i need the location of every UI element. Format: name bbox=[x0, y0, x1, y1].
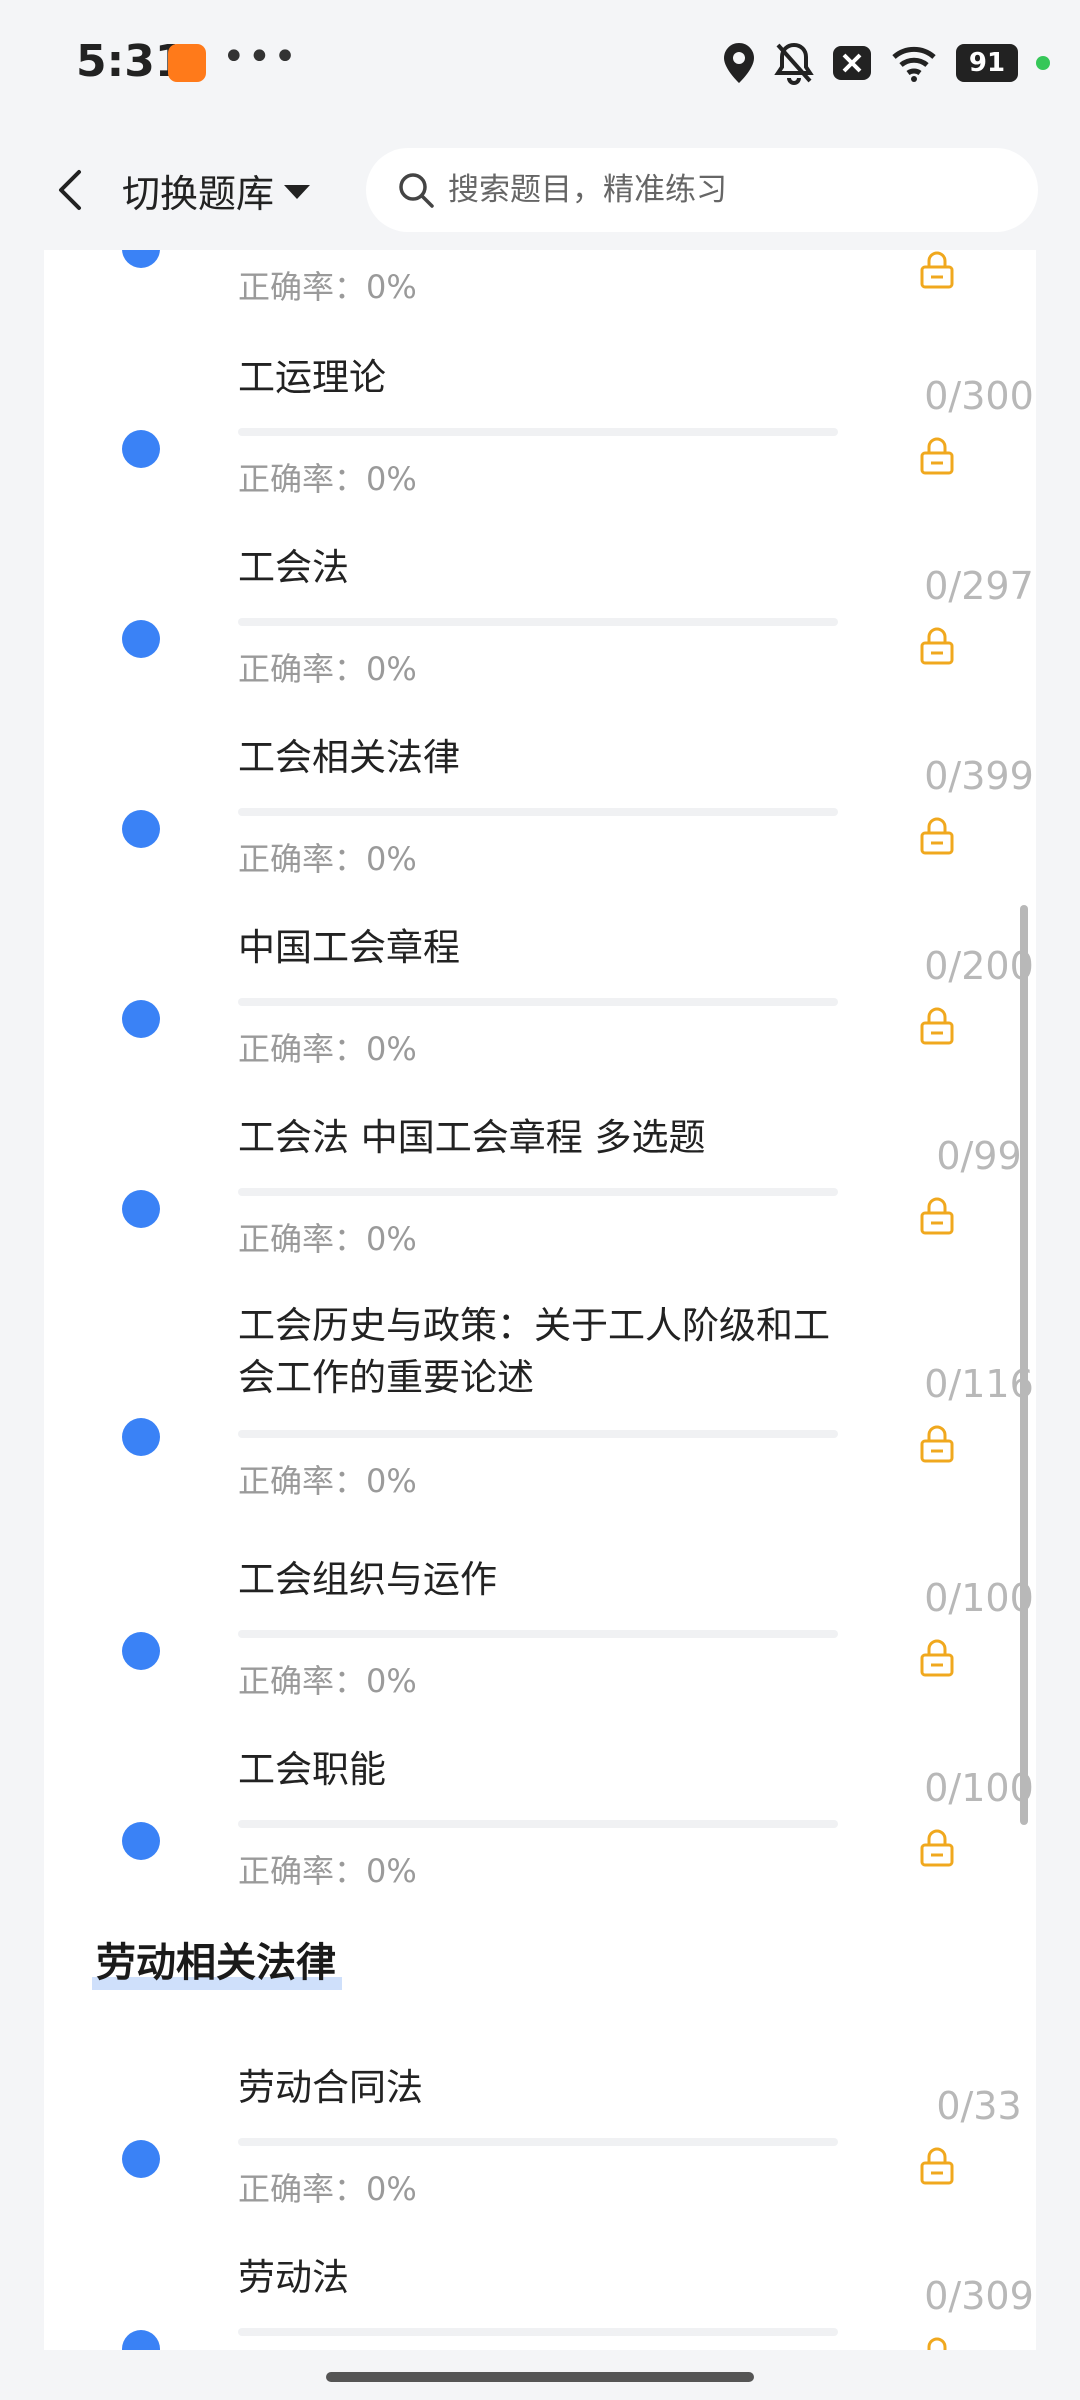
lock-icon bbox=[920, 1197, 954, 1235]
item-title: 工会法 中国工会章程 多选题 bbox=[238, 1116, 706, 1159]
lock-icon bbox=[920, 817, 954, 855]
home-indicator[interactable] bbox=[326, 2372, 754, 2382]
item-title: 工会相关法律 bbox=[238, 736, 460, 779]
battery-icon: 91 bbox=[956, 44, 1018, 82]
accuracy-text: 正确率：0% bbox=[238, 1462, 417, 1500]
status-dot bbox=[122, 2140, 160, 2178]
status-dot bbox=[122, 810, 160, 848]
lock-icon bbox=[920, 1007, 954, 1045]
status-dot bbox=[122, 1418, 160, 1456]
progress-count: 0/399 bbox=[924, 754, 1034, 798]
status-icons: 91 bbox=[722, 38, 1050, 88]
section-title: 劳动相关法律 bbox=[92, 1930, 342, 1990]
lock-icon bbox=[920, 437, 954, 475]
item-title: 工会职能 bbox=[238, 1748, 386, 1791]
lock-icon bbox=[927, 2337, 947, 2350]
item-title: 工会组织与运作 bbox=[238, 1558, 497, 1601]
list-item[interactable]: 劳动合同法 正确率：0% 0/33 bbox=[44, 2058, 1036, 2236]
accuracy-text: 正确率：0% bbox=[238, 2170, 417, 2208]
lock-icon bbox=[920, 251, 954, 289]
lock-icon bbox=[920, 1829, 954, 1867]
item-title: 工会历史与政策：关于工人阶级和工会工作的重要论述 bbox=[238, 1304, 830, 1399]
list-item[interactable]: 工会相关法律 正确率：0% 0/399 bbox=[44, 728, 1036, 906]
status-dot bbox=[122, 1190, 160, 1228]
privacy-indicator bbox=[1036, 56, 1050, 70]
progress-bar bbox=[238, 1630, 838, 1638]
switch-question-bank-button[interactable]: 切换题库 bbox=[122, 160, 311, 220]
search-box[interactable] bbox=[366, 148, 1038, 232]
list-item[interactable]: 工会历史与政策：关于工人阶级和工会工作的重要论述 正确率：0% 0/116 bbox=[44, 1298, 1036, 1538]
item-title: 劳动合同法 bbox=[238, 2066, 423, 2109]
progress-bar bbox=[238, 998, 838, 1006]
lock-icon bbox=[920, 1639, 954, 1677]
status-dot bbox=[122, 2330, 160, 2350]
progress-bar bbox=[238, 2138, 838, 2146]
switch-bank-label: 切换题库 bbox=[122, 171, 275, 216]
lock-icon bbox=[920, 1425, 954, 1463]
status-dot bbox=[122, 430, 160, 468]
list-item[interactable]: 工会法 正确率：0% 0/297 bbox=[44, 538, 1036, 716]
list-item[interactable]: 劳动法 正确率：0% 0/309 bbox=[44, 2248, 1036, 2350]
list-item[interactable]: 工会职能 正确率：0% 0/100 bbox=[44, 1740, 1036, 1918]
progress-bar bbox=[238, 1430, 838, 1438]
list-item[interactable]: 工运理论 正确率：0% 0/300 bbox=[44, 348, 1036, 526]
close-box-icon bbox=[833, 46, 871, 80]
item-title: 劳动法 bbox=[238, 2256, 349, 2299]
more-notifications-icon: ••• bbox=[222, 34, 299, 80]
progress-bar bbox=[238, 808, 838, 816]
status-dot bbox=[122, 1632, 160, 1670]
lock-icon bbox=[920, 2147, 954, 2185]
caret-down-icon bbox=[284, 185, 311, 199]
progress-count: 0/297 bbox=[924, 564, 1034, 608]
progress-bar bbox=[238, 428, 838, 436]
mute-bell-icon bbox=[774, 42, 814, 85]
progress-bar bbox=[238, 1188, 838, 1196]
accuracy-text: 正确率：0% bbox=[238, 650, 417, 688]
back-button[interactable] bbox=[40, 158, 100, 222]
accuracy-text: 正确率：0% bbox=[238, 1030, 417, 1068]
status-dot bbox=[122, 1822, 160, 1860]
header: 切换题库 bbox=[0, 130, 1080, 250]
accuracy-text: 正确率：0% bbox=[238, 1662, 417, 1700]
status-bar: 5:31 ••• 91 bbox=[0, 0, 1080, 130]
item-title: 工运理论 bbox=[238, 356, 386, 399]
progress-count: 0/100 bbox=[924, 1766, 1034, 1810]
progress-count: 0/99 bbox=[936, 1134, 1022, 1178]
progress-count: 0/100 bbox=[924, 1576, 1034, 1620]
accuracy-text: 正确率：0% bbox=[238, 460, 417, 498]
app-notification-icon bbox=[168, 44, 206, 82]
chevron-left-icon bbox=[59, 170, 81, 210]
list-item[interactable]: 正确率：0% bbox=[44, 250, 1036, 330]
accuracy-text: 正确率：0% bbox=[238, 268, 417, 306]
wifi-icon bbox=[892, 46, 936, 82]
progress-count: 0/200 bbox=[924, 944, 1034, 988]
item-title: 工会法 bbox=[238, 546, 349, 589]
progress-bar bbox=[238, 618, 838, 626]
status-dot bbox=[122, 620, 160, 658]
accuracy-text: 正确率：0% bbox=[238, 1852, 417, 1890]
progress-count: 0/309 bbox=[924, 2274, 1034, 2318]
scrollbar[interactable] bbox=[1020, 905, 1028, 1825]
search-input[interactable] bbox=[446, 171, 1010, 209]
progress-bar bbox=[238, 1820, 838, 1828]
progress-count: 0/33 bbox=[936, 2084, 1022, 2128]
progress-count: 0/116 bbox=[924, 1362, 1034, 1406]
status-dot bbox=[122, 1000, 160, 1038]
question-bank-list: 正确率：0% 工运理论 正确率：0% 0/300 工会法 正确率：0% 0/29… bbox=[44, 250, 1036, 2350]
item-title: 中国工会章程 bbox=[238, 926, 460, 969]
lock-icon bbox=[920, 627, 954, 665]
accuracy-text: 正确率：0% bbox=[238, 840, 417, 878]
list-item[interactable]: 工会法 中国工会章程 多选题 正确率：0% 0/99 bbox=[44, 1108, 1036, 1286]
progress-bar bbox=[238, 2328, 838, 2336]
search-icon bbox=[399, 173, 434, 208]
status-dot bbox=[122, 250, 160, 268]
accuracy-text: 正确率：0% bbox=[238, 1220, 417, 1258]
list-item[interactable]: 工会组织与运作 正确率：0% 0/100 bbox=[44, 1550, 1036, 1728]
list-item[interactable]: 中国工会章程 正确率：0% 0/200 bbox=[44, 918, 1036, 1096]
location-icon bbox=[724, 43, 754, 83]
progress-count: 0/300 bbox=[924, 374, 1034, 418]
